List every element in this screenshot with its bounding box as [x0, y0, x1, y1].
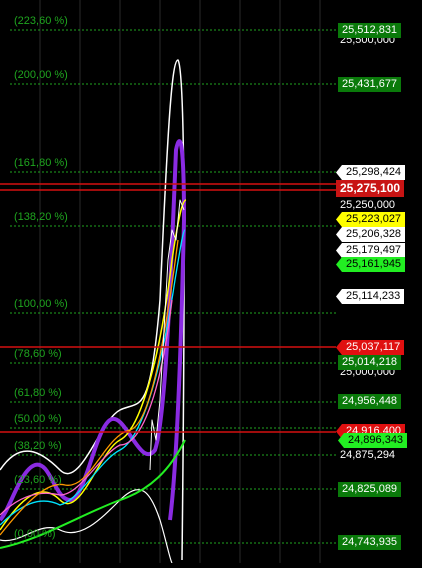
price-tag[interactable]: 24,896,343 [338, 433, 408, 448]
price-tag[interactable]: 25,298,424 [336, 165, 406, 180]
price-tag[interactable]: 25,114,233 [336, 289, 405, 304]
price-tag[interactable]: 25,431,677 [338, 77, 402, 92]
fib-label-100: (100,00 %) [14, 298, 68, 310]
price-tag-current[interactable]: 25,275,100 [336, 180, 405, 197]
fib-label-23: (23,60 %) [14, 474, 62, 486]
price-tag[interactable]: 24,825,089 [338, 482, 402, 497]
fib-label-200: (200,00 %) [14, 69, 68, 81]
price-tag[interactable]: 25,223,027 [336, 212, 406, 227]
price-tag[interactable]: 24,743,935 [338, 535, 402, 550]
axis-label: 25,250,000 [340, 199, 396, 211]
price-tag[interactable]: 25,512,831 [338, 23, 402, 38]
fib-label-50: (50,00 %) [14, 413, 62, 425]
fib-label-78: (78,60 %) [14, 348, 62, 360]
price-tag[interactable]: 25,014,218 [338, 355, 402, 370]
axis-label: 24,875,294 [340, 449, 396, 461]
price-tag[interactable]: 25,161,945 [336, 257, 406, 272]
fib-label-138: (138,20 %) [14, 211, 68, 223]
chart-window[interactable]: (223,60 %) (200,00 %) (161,80 %) (138,20… [0, 0, 422, 564]
fib-label-0: (0,00 %) [14, 528, 56, 540]
fib-label-161: (161,80 %) [14, 157, 68, 169]
fib-label-223: (223,60 %) [14, 15, 68, 27]
price-tag[interactable]: 25,206,328 [336, 227, 406, 242]
fib-label-61: (61,80 %) [14, 387, 62, 399]
fib-label-38: (38,20 %) [14, 440, 62, 452]
price-tag[interactable]: 25,179,497 [336, 243, 406, 258]
price-tag[interactable]: 25,037,117 [336, 340, 405, 355]
price-tag[interactable]: 24,956,448 [338, 394, 402, 409]
